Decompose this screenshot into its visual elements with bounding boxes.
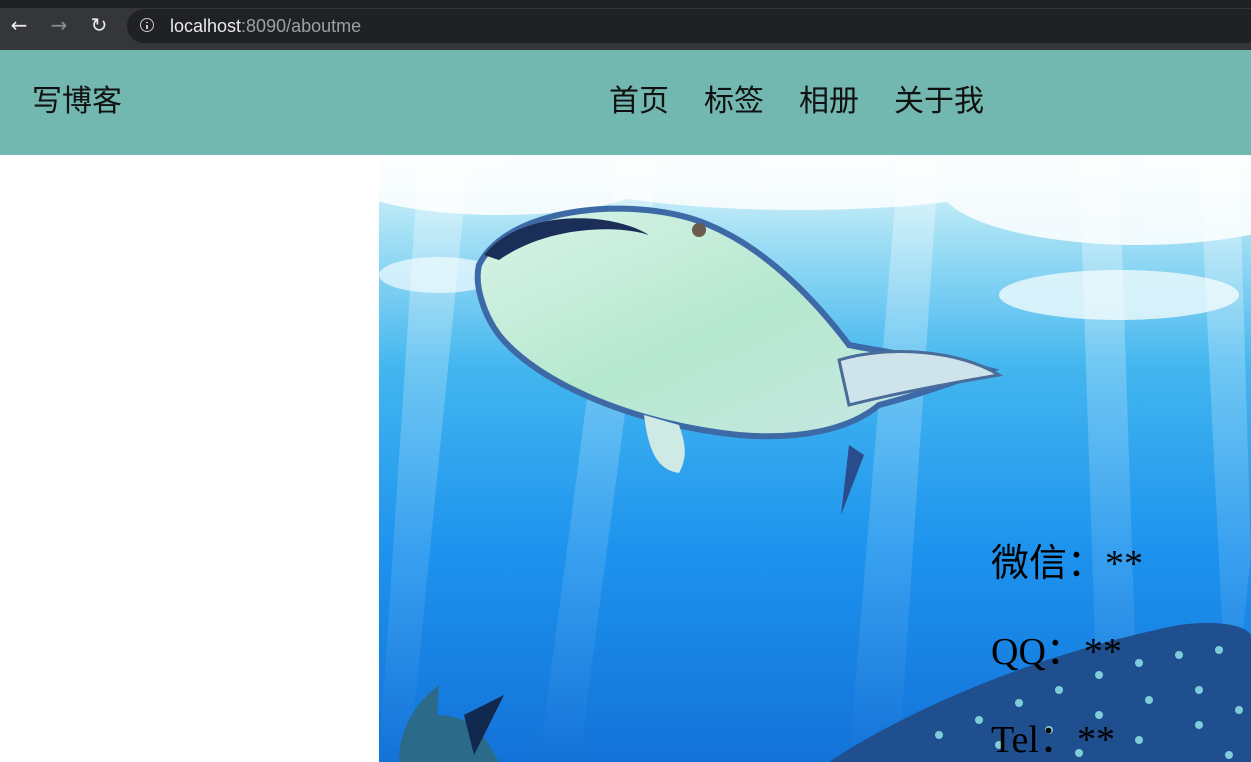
nav-album[interactable]: 相册	[799, 84, 859, 120]
wechat-contact: 微信：**	[991, 543, 1144, 585]
qq-contact: QQ：**	[991, 631, 1122, 673]
back-arrow-icon[interactable]: ←	[8, 14, 30, 36]
reload-icon[interactable]: ↻	[88, 14, 110, 36]
site-brand[interactable]: 写博客	[32, 84, 122, 120]
url-path: :8090/aboutme	[241, 16, 362, 36]
whale-shark-bottom	[399, 623, 1251, 762]
nav-tags[interactable]: 标签	[704, 84, 764, 120]
nav-home[interactable]: 首页	[609, 84, 669, 120]
nav-about[interactable]: 关于我	[894, 84, 984, 120]
url-text[interactable]: localhost:8090/aboutme	[170, 16, 361, 36]
address-bar[interactable]: localhost:8090/aboutme	[127, 9, 1251, 43]
browser-toolbar: ← → ↻ localhost:8090/aboutme	[0, 0, 1251, 50]
site-info-icon[interactable]	[140, 18, 154, 32]
url-host: localhost	[170, 16, 242, 36]
tel-contact: Tel：**	[991, 719, 1115, 761]
site-header: 写博客 首页 标签 相册 关于我	[0, 50, 1251, 155]
forward-arrow-icon[interactable]: →	[48, 14, 70, 36]
tab-strip	[0, 0, 1251, 8]
main-nav: 首页 标签 相册 关于我	[609, 84, 984, 120]
